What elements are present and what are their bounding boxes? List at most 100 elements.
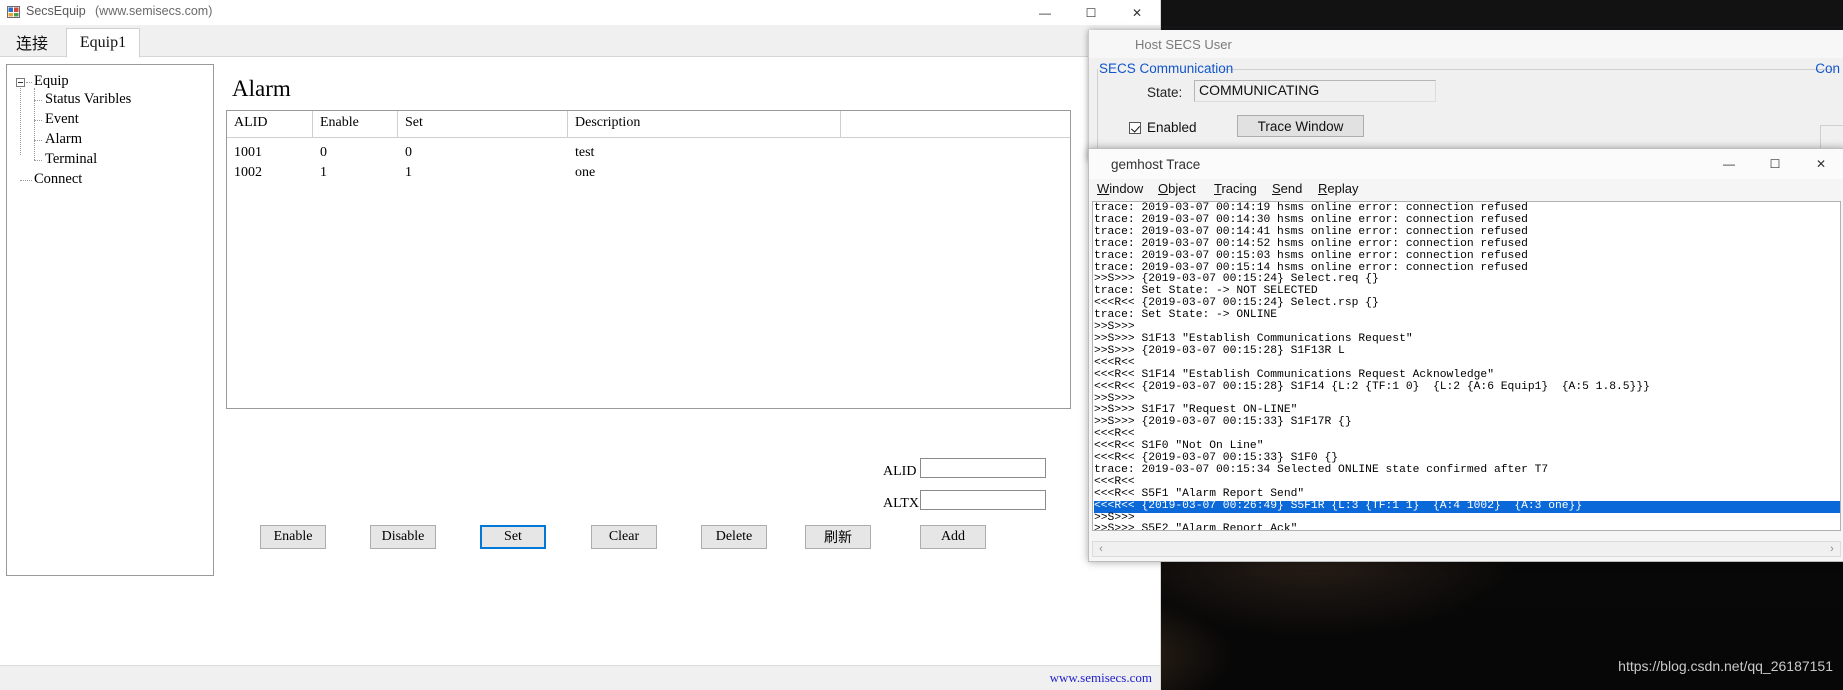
- host-window-title: Host SECS User: [1135, 37, 1232, 52]
- trace-log-line[interactable]: trace: Set State: -> ONLINE: [1094, 309, 1840, 322]
- trace-window-button[interactable]: Trace Window: [1237, 115, 1364, 137]
- altx-field-label: ALTX: [883, 496, 920, 511]
- trace-menubar: Window Object Tracing Send Replay: [1089, 179, 1843, 199]
- delete-button[interactable]: Delete: [701, 525, 767, 549]
- window-title: SecsEquip: [26, 4, 86, 18]
- trace-log-line[interactable]: <<<R<< {2019-03-07 00:15:28} S1F14 {L:2 …: [1094, 381, 1840, 394]
- column-divider[interactable]: [312, 111, 313, 137]
- column-header-enable[interactable]: Enable: [320, 115, 359, 131]
- table-row[interactable]: 1001 0 0 test: [227, 144, 1070, 162]
- trace-log-line[interactable]: >>S>>> {2019-03-07 00:15:28} S1F13R L: [1094, 345, 1840, 358]
- trace-log-line[interactable]: >>S>>> {2019-03-07 00:15:33} S1F17R {}: [1094, 416, 1840, 429]
- column-divider[interactable]: [567, 111, 568, 137]
- window-controls: — ☐ ✕: [1022, 0, 1160, 25]
- secs-communication-label: SECS Communication: [1099, 61, 1234, 76]
- trace-log-line[interactable]: trace: 2019-03-07 00:14:41 hsms online e…: [1094, 226, 1840, 239]
- table-row[interactable]: 1002 1 1 one: [227, 164, 1070, 182]
- minimize-icon[interactable]: —: [1022, 0, 1068, 25]
- column-divider[interactable]: [397, 111, 398, 137]
- tab-equip1[interactable]: Equip1: [66, 28, 140, 58]
- disable-button[interactable]: Disable: [370, 525, 436, 549]
- trace-log-line[interactable]: <<<R<< S5F1 "Alarm Report Send": [1094, 488, 1840, 501]
- cell-set: 1: [405, 165, 412, 180]
- connection-tab-label[interactable]: Con: [1815, 61, 1840, 76]
- menu-item-window[interactable]: Window: [1097, 181, 1143, 196]
- cell-enable: 1: [320, 165, 327, 180]
- alid-field-label: ALID: [883, 464, 917, 479]
- table-header-row: ALID Enable Set Description: [227, 111, 1070, 138]
- state-label: State:: [1147, 85, 1183, 100]
- navigation-tree[interactable]: Equip Status Varibles Event Alarm Termin…: [6, 64, 214, 576]
- refresh-button[interactable]: 刷新: [805, 525, 871, 549]
- trace-log-line[interactable]: >>S>>> S5F2 "Alarm Report Ack": [1094, 524, 1840, 530]
- cell-alid: 1001: [234, 145, 262, 160]
- cell-description: test: [575, 145, 595, 160]
- status-bar-watermark: www.semisecs.com: [1049, 670, 1152, 685]
- maximize-icon[interactable]: ☐: [1068, 0, 1114, 25]
- status-bar: www.semisecs.com: [0, 665, 1160, 690]
- altx-input[interactable]: [920, 490, 1046, 510]
- tree-item-connect[interactable]: Connect: [34, 172, 82, 187]
- tree-item-label: Connect: [34, 171, 83, 187]
- column-header-set[interactable]: Set: [405, 115, 423, 131]
- set-button[interactable]: Set: [480, 525, 546, 549]
- horizontal-scrollbar[interactable]: ‹ ›: [1092, 541, 1841, 557]
- state-value: COMMUNICATING: [1194, 80, 1436, 102]
- tree-item-label: Equip: [34, 73, 69, 89]
- add-button[interactable]: Add: [920, 525, 986, 549]
- tree-item-alarm[interactable]: Alarm: [45, 132, 82, 147]
- close-icon[interactable]: ✕: [1114, 0, 1160, 25]
- alarm-table[interactable]: ALID Enable Set Description 1001 0 0 tes…: [226, 110, 1071, 409]
- group-divider: [1219, 69, 1836, 70]
- enabled-checkbox-label: Enabled: [1147, 120, 1197, 135]
- trace-titlebar: gemhost Trace — ☐ ✕: [1089, 149, 1843, 179]
- alid-input[interactable]: [920, 458, 1046, 478]
- trace-log-line[interactable]: <<<R<<: [1094, 357, 1840, 370]
- checkmark-icon[interactable]: [1129, 121, 1141, 134]
- trace-log-line-selected[interactable]: <<<R<< {2019-03-07 00:26:49} S5F1R {L:3 …: [1094, 500, 1840, 513]
- tree-item-label: Alarm: [45, 131, 83, 147]
- cell-description: one: [575, 165, 596, 180]
- trace-close-icon[interactable]: ✕: [1798, 149, 1843, 179]
- column-divider[interactable]: [840, 111, 841, 137]
- trace-minimize-icon[interactable]: —: [1706, 149, 1752, 179]
- tree-item-terminal[interactable]: Terminal: [45, 152, 97, 167]
- window-title-url: (www.semisecs.com): [95, 4, 213, 18]
- column-header-description[interactable]: Description: [575, 115, 640, 131]
- app-icon: [7, 6, 20, 18]
- tab-strip: 连接 Equip1: [0, 26, 1160, 58]
- tree-item-event[interactable]: Event: [45, 112, 79, 127]
- trace-maximize-icon[interactable]: ☐: [1752, 149, 1798, 179]
- cell-alid: 1002: [234, 165, 262, 180]
- page-title: Alarm: [232, 76, 291, 101]
- column-header-alid[interactable]: ALID: [234, 115, 267, 131]
- tree-expander-icon[interactable]: [16, 78, 25, 87]
- trace-log-line[interactable]: trace: 2019-03-07 00:15:03 hsms online e…: [1094, 250, 1840, 263]
- tree-item-label: Event: [45, 111, 79, 127]
- trace-log-line[interactable]: <<<R<<: [1094, 476, 1840, 489]
- host-titlebar: Host SECS User: [1089, 30, 1843, 58]
- secsequip-window: SecsEquip (www.semisecs.com) — ☐ ✕ 连接 Eq…: [0, 0, 1161, 690]
- trace-log-line[interactable]: trace: 2019-03-07 00:14:52 hsms online e…: [1094, 238, 1840, 251]
- menu-item-object[interactable]: Object: [1158, 181, 1196, 196]
- scroll-left-icon[interactable]: ‹: [1093, 542, 1109, 556]
- tree-item-status-varibles[interactable]: Status Varibles: [45, 92, 131, 107]
- enable-button[interactable]: Enable: [260, 525, 326, 549]
- trace-window-title: gemhost Trace: [1111, 157, 1201, 172]
- tree-item-label: Terminal: [45, 151, 98, 167]
- tree-item-equip[interactable]: Equip: [34, 74, 69, 89]
- enabled-checkbox[interactable]: Enabled: [1129, 120, 1197, 135]
- content-pane: Alarm ALID Enable Set Description 1001 0…: [220, 64, 1160, 690]
- tab-connect[interactable]: 连接: [4, 28, 60, 56]
- tree-item-label: Status Varibles: [45, 91, 132, 107]
- menu-item-replay[interactable]: Replay: [1318, 181, 1358, 196]
- menu-item-tracing[interactable]: Tracing: [1214, 181, 1257, 196]
- scroll-right-icon[interactable]: ›: [1824, 542, 1840, 556]
- trace-log-line[interactable]: trace: 2019-03-07 00:15:34 Selected ONLI…: [1094, 464, 1840, 477]
- cell-set: 0: [405, 145, 412, 160]
- trace-log-list[interactable]: trace: 2019-03-07 00:14:19 hsms online e…: [1092, 201, 1841, 531]
- cell-enable: 0: [320, 145, 327, 160]
- clear-button[interactable]: Clear: [591, 525, 657, 549]
- trace-log-line[interactable]: <<<R<< S1F14 "Establish Communications R…: [1094, 369, 1840, 382]
- menu-item-send[interactable]: Send: [1272, 181, 1302, 196]
